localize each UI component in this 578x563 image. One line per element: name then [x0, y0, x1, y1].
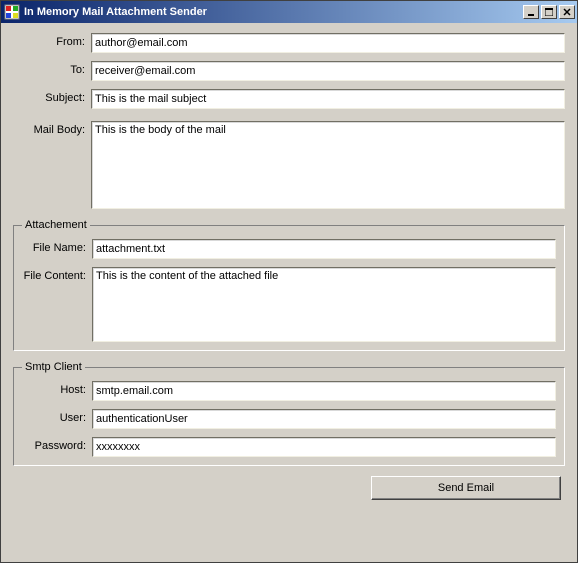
filecontent-input[interactable]: [92, 267, 556, 342]
filename-input[interactable]: [92, 239, 556, 259]
close-button[interactable]: [559, 5, 575, 19]
titlebar[interactable]: In Memory Mail Attachment Sender: [1, 1, 577, 23]
smtp-group: Smtp Client Host: User: Password:: [13, 361, 565, 466]
mail-body-input[interactable]: [91, 121, 565, 209]
host-label: Host:: [18, 381, 92, 396]
from-input[interactable]: [91, 33, 565, 53]
send-email-button[interactable]: Send Email: [371, 476, 561, 500]
maximize-button[interactable]: [541, 5, 557, 19]
mail-body-label: Mail Body:: [13, 121, 91, 136]
window-title: In Memory Mail Attachment Sender: [24, 6, 523, 18]
filename-label: File Name:: [18, 239, 92, 254]
app-window: In Memory Mail Attachment Sender From: T…: [0, 0, 578, 563]
subject-input[interactable]: [91, 89, 565, 109]
to-label: To:: [13, 61, 91, 76]
app-icon: [4, 4, 20, 20]
client-area: From: To: Subject: Mail Body: Attachemen…: [1, 23, 577, 510]
minimize-button[interactable]: [523, 5, 539, 19]
user-input[interactable]: [92, 409, 556, 429]
to-input[interactable]: [91, 61, 565, 81]
from-label: From:: [13, 33, 91, 48]
password-label: Password:: [18, 437, 92, 452]
attachment-legend: Attachement: [22, 219, 90, 231]
password-input[interactable]: [92, 437, 556, 457]
smtp-legend: Smtp Client: [22, 361, 85, 373]
window-buttons: [523, 5, 575, 19]
filecontent-label: File Content:: [18, 267, 92, 282]
subject-label: Subject:: [13, 89, 91, 104]
user-label: User:: [18, 409, 92, 424]
host-input[interactable]: [92, 381, 556, 401]
attachment-group: Attachement File Name: File Content:: [13, 219, 565, 351]
